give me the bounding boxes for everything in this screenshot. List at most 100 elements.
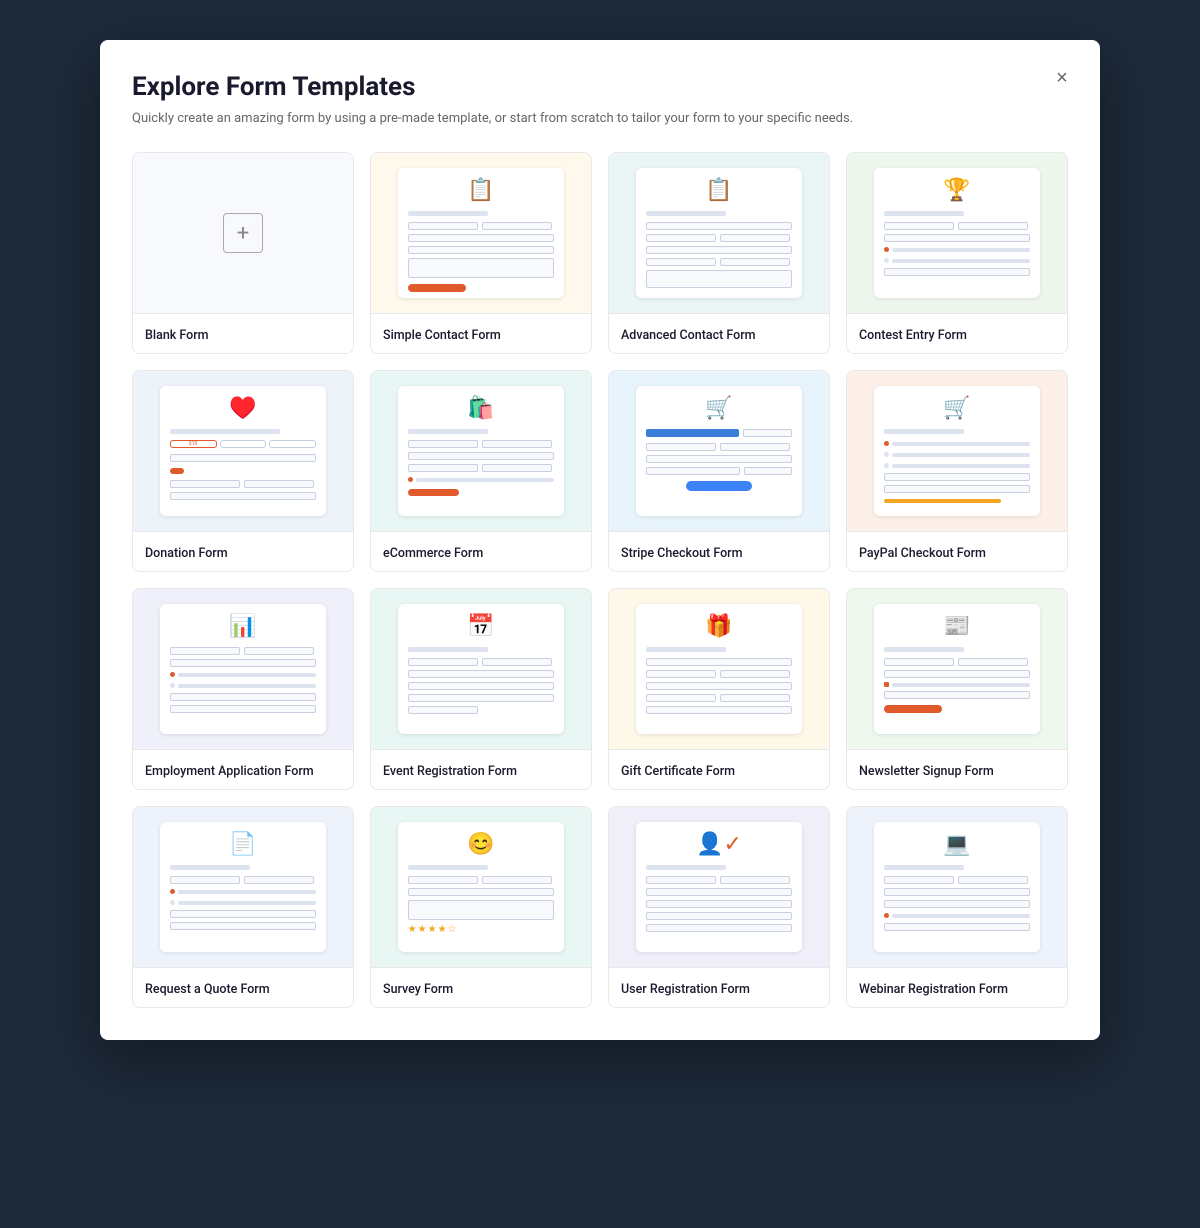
template-footer: User Registration Form <box>609 967 829 1007</box>
template-card-paypal[interactable]: 🛒 PayPal Checkout Form <box>846 370 1068 572</box>
template-preview: 📋 <box>609 153 829 313</box>
preview-inner: 👤✓ <box>636 822 803 952</box>
template-name: PayPal Checkout Form <box>859 546 986 561</box>
template-card-ecommerce[interactable]: 🛍️ <box>370 370 592 572</box>
template-card-contest-entry[interactable]: 🏆 <box>846 152 1068 354</box>
template-card-simple-contact[interactable]: 📋 Simple Contact Form <box>370 152 592 354</box>
template-preview: 🎁 <box>609 589 829 749</box>
template-footer: Employment Application Form <box>133 749 353 789</box>
template-card-advanced-contact[interactable]: 📋 Advanced Contact Form <box>608 152 830 354</box>
template-card-blank[interactable]: + Blank Form <box>132 152 354 354</box>
template-footer: Advanced Contact Form <box>609 313 829 353</box>
template-footer: Webinar Registration Form <box>847 967 1067 1007</box>
template-card-webinar[interactable]: 💻 Webinar Registration Form <box>846 806 1068 1008</box>
trophy-icon: 🏆 <box>884 178 1031 203</box>
template-footer: Donation Form <box>133 531 353 571</box>
template-footer: Simple Contact Form <box>371 313 591 353</box>
template-preview: 💻 <box>847 807 1067 967</box>
preview-inner: 🎁 <box>636 604 803 734</box>
template-footer: Newsletter Signup Form <box>847 749 1067 789</box>
modal: × Explore Form Templates Quickly create … <box>100 40 1100 1040</box>
add-blank-icon: + <box>223 213 263 253</box>
preview-inner: 😊 ★★★★☆ <box>398 822 565 952</box>
close-button[interactable]: × <box>1048 64 1076 92</box>
template-footer: Contest Entry Form <box>847 313 1067 353</box>
template-card-user-registration[interactable]: 👤✓ User Registration Form <box>608 806 830 1008</box>
preview-inner: 🏆 <box>874 168 1041 298</box>
cart-icon: 🛒 <box>646 396 793 421</box>
template-footer: PayPal Checkout Form <box>847 531 1067 571</box>
template-name: Blank Form <box>145 328 209 343</box>
clipboard-icon: 📊 <box>170 614 317 639</box>
template-card-event[interactable]: 📅 Event Registration Form <box>370 588 592 790</box>
user-icon: 👤✓ <box>646 832 793 857</box>
template-footer: eCommerce Form <box>371 531 591 571</box>
template-footer: Request a Quote Form <box>133 967 353 1007</box>
template-card-stripe[interactable]: 🛒 <box>608 370 830 572</box>
preview-inner: 🛒 <box>636 386 803 516</box>
shop-icon: 🛍️ <box>408 396 555 421</box>
preview-inner: 📰 <box>874 604 1041 734</box>
preview-inner: 📋 <box>398 168 565 298</box>
template-preview: 📰 <box>847 589 1067 749</box>
template-name: Webinar Registration Form <box>859 982 1008 997</box>
calendar-icon: 📅 <box>408 614 555 639</box>
template-card-quote[interactable]: 📄 Request a Quote Form <box>132 806 354 1008</box>
template-name: Simple Contact Form <box>383 328 501 343</box>
template-preview: 📋 <box>371 153 591 313</box>
template-footer: Stripe Checkout Form <box>609 531 829 571</box>
smiley-icon: 😊 <box>408 832 555 857</box>
template-footer: Gift Certificate Form <box>609 749 829 789</box>
preview-inner: 🛒 <box>874 386 1041 516</box>
template-preview: 👤✓ <box>609 807 829 967</box>
template-name: Donation Form <box>145 546 228 561</box>
template-preview: 📊 <box>133 589 353 749</box>
template-card-newsletter[interactable]: 📰 Newsletter Signup Form <box>846 588 1068 790</box>
template-name: eCommerce Form <box>383 546 483 561</box>
modal-title: Explore Form Templates <box>132 72 1028 102</box>
template-footer: Blank Form <box>133 313 353 353</box>
template-name: Gift Certificate Form <box>621 764 735 779</box>
template-preview: 🛍️ <box>371 371 591 531</box>
template-preview: 🛒 <box>609 371 829 531</box>
form-icon: 📋 <box>408 178 555 203</box>
preview-inner: 📅 <box>398 604 565 734</box>
template-name: Request a Quote Form <box>145 982 270 997</box>
template-name: Contest Entry Form <box>859 328 967 343</box>
template-name: Newsletter Signup Form <box>859 764 994 779</box>
preview-inner: 📄 <box>160 822 327 952</box>
template-preview: 🛒 <box>847 371 1067 531</box>
template-card-employment[interactable]: 📊 Employment Application Form <box>132 588 354 790</box>
template-name: Stripe Checkout Form <box>621 546 742 561</box>
template-preview: 📄 <box>133 807 353 967</box>
template-name: Survey Form <box>383 982 453 997</box>
template-preview: ♥️ $10 <box>133 371 353 531</box>
template-name: Event Registration Form <box>383 764 517 779</box>
template-preview: 😊 ★★★★☆ <box>371 807 591 967</box>
newspaper-icon: 📰 <box>884 614 1031 639</box>
form-icon: 📋 <box>646 178 793 203</box>
template-preview: 🏆 <box>847 153 1067 313</box>
template-name: User Registration Form <box>621 982 750 997</box>
template-name: Employment Application Form <box>145 764 314 779</box>
templates-grid: + Blank Form 📋 <box>132 152 1068 1008</box>
stars: ★★★★☆ <box>408 924 555 935</box>
preview-inner: 📋 <box>636 168 803 298</box>
preview-inner: ♥️ $10 <box>160 386 327 516</box>
modal-header: Explore Form Templates Quickly create an… <box>132 72 1068 128</box>
template-preview: + <box>133 153 353 313</box>
preview-inner: 📊 <box>160 604 327 734</box>
preview-inner: 💻 <box>874 822 1041 952</box>
template-card-survey[interactable]: 😊 ★★★★☆ Survey Form <box>370 806 592 1008</box>
preview-inner: 🛍️ <box>398 386 565 516</box>
gift-icon: 🎁 <box>646 614 793 639</box>
template-footer: Survey Form <box>371 967 591 1007</box>
document-icon: 📄 <box>170 832 317 857</box>
monitor-icon: 💻 <box>884 832 1031 857</box>
modal-subtitle: Quickly create an amazing form by using … <box>132 110 1028 128</box>
template-preview: 📅 <box>371 589 591 749</box>
template-card-donation[interactable]: ♥️ $10 Donation F <box>132 370 354 572</box>
template-name: Advanced Contact Form <box>621 328 756 343</box>
template-card-gift-certificate[interactable]: 🎁 Gift Certificate Form <box>608 588 830 790</box>
heart-icon: ♥️ <box>170 396 317 421</box>
